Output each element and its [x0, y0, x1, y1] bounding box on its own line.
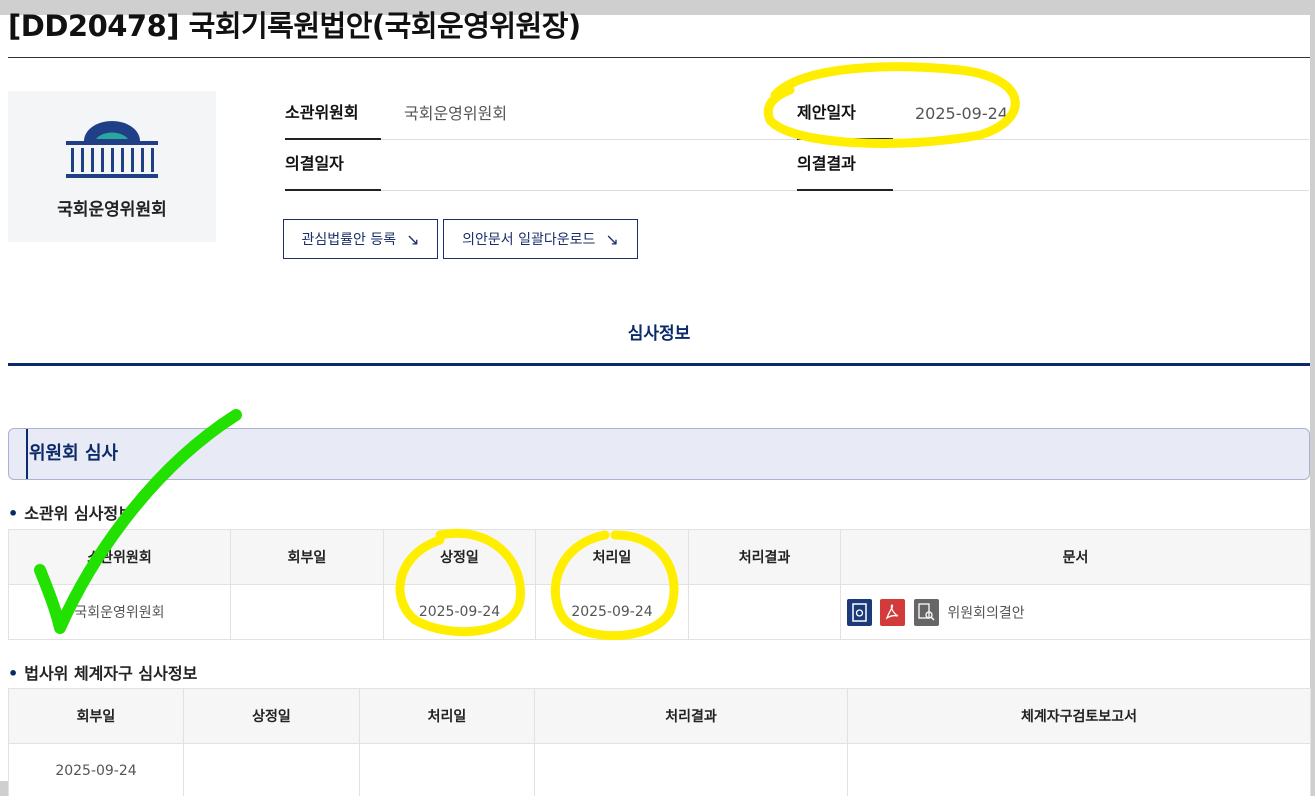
info-row-2: 의결일자 의결결과 [285, 140, 1309, 191]
hwp-file-icon[interactable] [847, 598, 872, 626]
page-title: [DD20478] 국회기록원법안(국회운영위원장) [8, 9, 581, 43]
cell-presentation-date [183, 743, 360, 796]
bulk-download-label: 의안문서 일괄다운로드 [462, 232, 596, 248]
committee-logo-card: 국회운영위원회 [8, 91, 216, 242]
title-divider [8, 57, 1310, 58]
table-row: 2025-09-24 [8, 743, 1311, 796]
cell-processing-date: 2025-09-24 [535, 584, 689, 640]
column-header: 상정일 [183, 688, 360, 744]
column-header: 회부일 [8, 688, 184, 744]
column-header: 처리일 [359, 688, 535, 744]
legislation-review-table: 회부일 상정일 처리일 처리결과 체계자구검토보고서 2025-09-24 [8, 688, 1311, 796]
cell-report [847, 743, 1311, 796]
jurisdiction-value: 국회운영위원회 [404, 104, 508, 123]
bulk-download-button[interactable]: 의안문서 일괄다운로드 ↘ [443, 219, 638, 259]
resolution-date-label: 의결일자 [285, 140, 381, 191]
cell-processing-result [688, 584, 841, 640]
cell-presentation-date: 2025-09-24 [383, 584, 536, 640]
column-header: 문서 [840, 529, 1311, 585]
tab-underline [8, 363, 1310, 366]
jurisdiction-label: 소관위원회 [285, 89, 381, 140]
arrow-down-right-icon: ↘ [605, 229, 619, 249]
column-header: 처리결과 [688, 529, 841, 585]
tab-review-info[interactable]: 심사정보 [8, 318, 1310, 366]
watch-bill-button[interactable]: 관심법률안 등록 ↘ [283, 219, 438, 259]
cell-documents: 위원회의결안 [840, 584, 1311, 640]
document-link[interactable]: 위원회의결안 [947, 605, 1024, 621]
pdf-file-icon[interactable] [880, 598, 906, 626]
info-row-1: 소관위원회 국회운영위원회 제안일자 2025-09-24 [285, 89, 1309, 140]
column-header: 회부일 [230, 529, 384, 585]
committee-review-section[interactable]: 위원회 심사 [8, 428, 1310, 480]
resolution-result-label: 의결결과 [797, 140, 893, 191]
cell-referral-date: 2025-09-24 [8, 743, 184, 796]
table-header-row: 회부일 상정일 처리일 처리결과 체계자구검토보고서 [8, 688, 1311, 744]
document-view-icon[interactable] [913, 598, 939, 626]
column-header: 체계자구검토보고서 [847, 688, 1311, 744]
committee-review-title: 위원회 심사 [26, 429, 118, 479]
committee-logo-name: 국회운영위원회 [57, 200, 167, 220]
table-header-row: 소관위원회 회부일 상정일 처리일 처리결과 문서 [8, 529, 1311, 585]
column-header: 처리일 [535, 529, 689, 585]
proposal-date-value: 2025-09-24 [915, 104, 1008, 123]
watch-bill-label: 관심법률안 등록 [301, 232, 397, 248]
column-header: 상정일 [383, 529, 536, 585]
arrow-down-right-icon: ↘ [406, 229, 420, 249]
cell-processing-result [534, 743, 848, 796]
column-header: 소관위원회 [8, 529, 231, 585]
cell-processing-date [359, 743, 535, 796]
jurisdiction-review-table: 소관위원회 회부일 상정일 처리일 처리결과 문서 국회운영위원회 2025-0… [8, 529, 1311, 640]
page: [DD20478] 국회기록원법안(국회운영위원장) 국회운영위원회 소관위원회… [0, 0, 1315, 796]
jurisdiction-review-heading: • 소관위 심사정보 [8, 504, 133, 523]
column-header: 처리결과 [534, 688, 848, 744]
cell-referral-date [230, 584, 384, 640]
assembly-logo-icon [66, 121, 158, 178]
cell-committee: 국회운영위원회 [8, 584, 231, 640]
proposal-date-label: 제안일자 [797, 89, 893, 140]
table-row: 국회운영위원회 2025-09-24 2025-09-24 위원회의결안 [8, 584, 1311, 640]
legislation-review-heading: • 법사위 체계자구 심사정보 [8, 664, 198, 683]
